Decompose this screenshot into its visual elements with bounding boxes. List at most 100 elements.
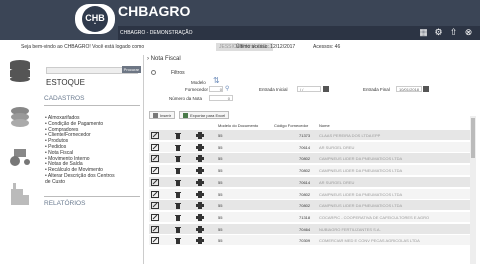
table-row[interactable]: 55 70802 CAMPNEUS LIDER DA PNEUMATICOS LTD… — [149, 165, 473, 176]
fornecedor-input[interactable]: 0 — [209, 86, 223, 92]
fornecedor-search-icon[interactable]: ⚲ — [225, 85, 229, 92]
trash-icon[interactable] — [174, 202, 182, 210]
logo[interactable]: CHB ▲ — [75, 4, 115, 34]
col-nome: Nome — [319, 123, 330, 128]
upload-icon[interactable]: ⇧ — [448, 27, 459, 38]
trash-icon[interactable] — [174, 214, 182, 221]
cell-codigo: 70464 — [299, 226, 311, 232]
plus-icon — [153, 112, 158, 118]
sidebar-item-de-custo[interactable]: de Custo — [45, 179, 115, 186]
breadcrumb: › Nota Fiscal — [147, 56, 181, 62]
trash-icon[interactable] — [174, 155, 182, 163]
edit-icon[interactable] — [151, 132, 159, 139]
main-content: › Nota Fiscal Filtros Modelo ⇅ Fornecedo… — [145, 55, 480, 264]
table-row[interactable]: 55 70802 CAMPNEUS LIDER DA PNEUMATICOS LTD… — [149, 200, 473, 211]
entrada-inicial-input[interactable]: / / — [297, 86, 321, 92]
edit-icon[interactable] — [151, 155, 159, 163]
trash-icon[interactable] — [174, 167, 182, 175]
print-icon[interactable] — [196, 213, 204, 221]
print-icon[interactable] — [196, 143, 204, 151]
coins-icon[interactable] — [8, 105, 32, 129]
print-icon[interactable] — [196, 190, 204, 198]
scrollbar[interactable] — [470, 116, 476, 264]
cell-nome: COCARPIC - COOPERATIVA DE CAFEICULTORES … — [319, 214, 430, 220]
export-excel-button[interactable]: Exportar para Excel — [179, 111, 230, 119]
cell-codigo: 70802 — [299, 168, 311, 174]
page-title: Nota Fiscal — [150, 56, 181, 62]
trash-icon[interactable] — [174, 191, 182, 198]
cell-modelo: 55 — [218, 133, 223, 138]
cell-nome: AR SURGEL DREU — [319, 179, 355, 185]
insert-button[interactable]: Inserir — [149, 111, 176, 119]
trash-icon[interactable] — [174, 226, 182, 233]
table-row[interactable]: 55 70802 CAMPNEUS LIDER DA PNEUMATICOS LTD… — [149, 153, 473, 164]
table-row[interactable]: 55 70614 AR SURGEL DREU — [149, 176, 473, 187]
search-button[interactable]: Procurar — [121, 66, 141, 73]
welcome-bar: Seja bem-vindo ao CHBAGRO! Você está log… — [0, 42, 480, 52]
cell-modelo: 55 — [218, 191, 223, 197]
brand-title: CHBAGRO — [118, 3, 191, 19]
numero-label: Número da Nota — [169, 96, 203, 101]
cell-codigo: 70614 — [299, 179, 311, 185]
print-icon[interactable] — [196, 167, 204, 175]
calendar-icon[interactable] — [423, 86, 429, 92]
print-icon[interactable] — [196, 178, 204, 186]
cell-nome: CAMPNEUS LIDER DA PNEUMATICOS LTDA — [319, 191, 403, 197]
trash-icon[interactable] — [174, 144, 182, 151]
table-row[interactable]: 55 70614 AR SURGEL DREU — [149, 141, 473, 152]
edit-icon[interactable] — [151, 225, 159, 233]
edit-icon[interactable] — [151, 202, 159, 210]
print-icon[interactable] — [196, 202, 204, 210]
tractor-icon[interactable] — [8, 143, 32, 167]
cell-nome: COMERCIAR MED E CONV PECAS AGRICOLAS LTD… — [319, 238, 420, 244]
cell-modelo: 55 — [218, 144, 223, 150]
trash-icon[interactable] — [174, 179, 182, 186]
print-icon[interactable] — [196, 237, 204, 245]
table-row[interactable]: 55 70802 CAMPNEUS LIDER DA PNEUMATICOS LTD… — [149, 188, 473, 199]
bus-icon[interactable]: ▦ — [418, 27, 429, 38]
cell-modelo: 55 — [218, 203, 223, 209]
print-icon[interactable] — [196, 132, 204, 139]
cell-codigo: 70614 — [299, 144, 311, 150]
calendar-icon[interactable] — [323, 86, 329, 92]
cell-modelo: 55 — [218, 156, 223, 162]
edit-icon[interactable] — [151, 237, 159, 245]
trash-icon[interactable] — [174, 237, 182, 245]
edit-icon[interactable] — [151, 143, 159, 151]
relatorios-header[interactable]: RELATÓRIOS — [44, 200, 85, 207]
cell-nome: NUBIAGRO FERTILIZANTES S.A. — [319, 226, 381, 232]
cell-codigo: 71318 — [299, 214, 311, 220]
divider — [44, 105, 140, 106]
trash-icon[interactable] — [174, 132, 182, 139]
col-modelo: Modelo do Documento — [218, 123, 259, 128]
model-select-icon[interactable]: ⇅ — [213, 76, 220, 85]
print-icon[interactable] — [196, 225, 204, 233]
filter-toggle[interactable] — [151, 70, 156, 75]
cell-nome: CAMPNEUS LIDER DA PNEUMATICOS LTDA — [319, 168, 403, 174]
numero-input[interactable]: 0 — [209, 95, 233, 101]
entrada-final-input[interactable]: 10/01/2018 — [396, 86, 422, 92]
table-row[interactable]: 55 71318 COCARPIC - COOPERATIVA DE CAFEICU… — [149, 211, 473, 222]
edit-icon[interactable] — [151, 213, 159, 221]
table-row[interactable]: 55 71373 CLAAS PEREIRA DOS LTDA EPP — [149, 130, 473, 140]
cell-codigo: 71373 — [299, 133, 311, 138]
database-icon[interactable] — [8, 59, 32, 83]
table-row[interactable]: 55 70464 NUBIAGRO FERTILIZANTES S.A. — [149, 223, 473, 234]
cell-codigo: 70802 — [299, 156, 311, 162]
table-header: Modelo do Documento Código Fornecedor No… — [149, 122, 473, 129]
print-icon[interactable] — [196, 155, 204, 163]
edit-icon[interactable] — [151, 190, 159, 198]
entrada-final-label: Entrada Final — [363, 87, 390, 92]
close-icon[interactable]: ⊗ — [463, 27, 474, 38]
edit-icon[interactable] — [151, 178, 159, 186]
cell-modelo: 55 — [218, 179, 223, 185]
cell-codigo: 70802 — [299, 191, 311, 197]
scrollbar-thumb[interactable] — [471, 118, 475, 158]
edit-icon[interactable] — [151, 167, 159, 175]
modelo-label: Modelo — [191, 80, 206, 85]
cadastros-header[interactable]: CADASTROS — [44, 95, 84, 102]
building-icon[interactable] — [8, 181, 32, 205]
gear-icon[interactable]: ⚙ — [433, 27, 444, 38]
cell-nome: CLAAS PEREIRA DOS LTDA EPP — [319, 133, 381, 138]
table-row[interactable]: 55 70309 COMERCIAR MED E CONV PECAS AGRICO… — [149, 235, 473, 246]
